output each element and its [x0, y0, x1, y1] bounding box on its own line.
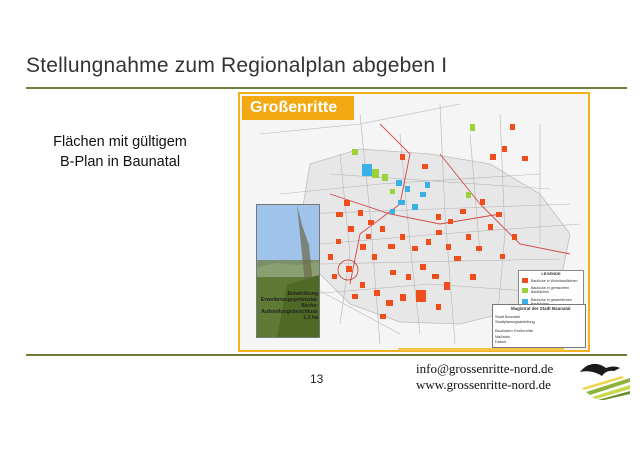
contact-email[interactable]: info@grossenritte-nord.de — [416, 361, 553, 377]
page-number: 13 — [310, 372, 324, 386]
contact-info: info@grossenritte-nord.de www.grossenrit… — [416, 361, 553, 393]
map-label-grossenritte: Großenritte — [242, 96, 354, 120]
titleblock-line-5: Datum — [495, 340, 507, 344]
contact-website[interactable]: www.grossenritte-nord.de — [416, 377, 553, 393]
map-titleblock: Magistrat der Stadt Baunatal Stadt Bauna… — [492, 304, 586, 348]
legend-label: Baulücke in Wohnbauflächen — [531, 278, 578, 283]
body-line-1: Flächen mit gültigem — [53, 134, 187, 150]
legend-item-mixed: Baulücke in gemischten Bauflächen — [519, 286, 583, 294]
titleblock-line-2: Stadtplanungsabteilung — [495, 320, 535, 324]
bottom-divider — [26, 354, 627, 356]
titleblock-line-1: Stadt Baunatal — [495, 315, 520, 319]
titleblock-line-3: Baulücken Großenritte — [495, 329, 533, 333]
legend-swatch-green — [522, 287, 528, 293]
legend-item-residential: Baulücke in Wohnbauflächen — [519, 278, 583, 284]
map-image: Großenritte Entwicklung Erweiterungspote… — [238, 92, 590, 352]
top-divider — [26, 87, 627, 89]
slide-title: Stellungnahme zum Regionalplan abgeben I — [26, 54, 448, 77]
legend-title: LEGENDE — [541, 271, 561, 276]
titleblock-authority: Magistrat der Stadt Baunatal — [511, 306, 571, 311]
photo-caption: Entwicklung Erweiterungspotenzial- fläch… — [256, 291, 318, 321]
titleblock-line-4: Maßstab — [495, 335, 510, 339]
legend-swatch-red — [522, 278, 528, 284]
body-line-2: B-Plan in Baunatal — [59, 154, 181, 170]
bird-logo-icon — [580, 363, 630, 400]
slide-body-text: Flächen mit gültigem B-Plan in Baunatal — [36, 132, 204, 172]
caption-line-5: 1,3 ha — [303, 315, 318, 321]
map-bottom-highlight — [398, 348, 564, 351]
legend-label: Baulücke in gemischten Bauflächen — [531, 286, 569, 295]
